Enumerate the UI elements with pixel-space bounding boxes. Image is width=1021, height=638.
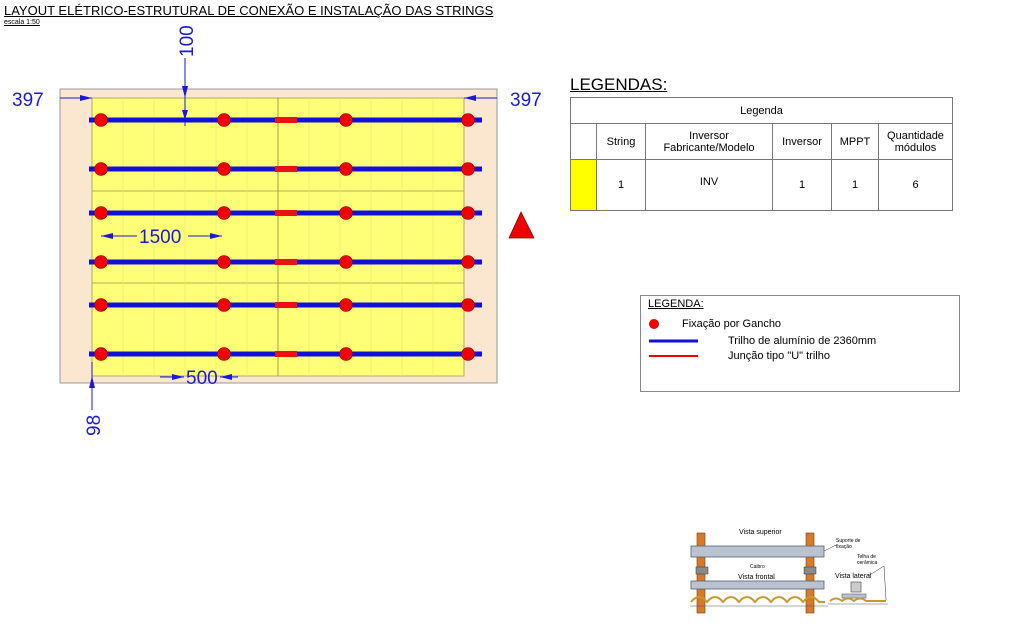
hook-fixation — [461, 162, 475, 176]
hook-fixation — [461, 113, 475, 127]
dim-top-text: 100 — [177, 25, 198, 57]
string-cell: 1 — [596, 159, 646, 211]
dim-left-text: 397 — [12, 90, 44, 111]
hook-fixation — [217, 113, 231, 127]
dim-spacing-text: 1500 — [139, 227, 181, 248]
legend-item-junction: Junção tipo "U" trilho — [728, 350, 830, 362]
quantity-cell: 6 — [878, 159, 953, 211]
u-junction — [275, 210, 297, 216]
strings-legend-table: Legenda String Inversor Fabricante/Model… — [570, 97, 953, 211]
dim-right-text: 397 — [510, 90, 542, 111]
orientation-marker-icon — [508, 211, 535, 239]
hook-fixation — [339, 113, 353, 127]
detail-tile-label-2: cerâmica — [857, 560, 878, 566]
quantity-header-line1: Quantidade — [887, 129, 944, 142]
detail-rafter-label: Caibro — [750, 564, 765, 570]
hook-fixation — [217, 162, 231, 176]
legend-table-title: Legenda — [570, 97, 953, 124]
hook-fixation — [339, 347, 353, 361]
hook-fixation — [339, 162, 353, 176]
inverter-model-cell: INV — [645, 159, 773, 211]
legend-item-hook: Fixação por Gancho — [682, 318, 782, 330]
hook-fixation — [461, 298, 475, 312]
hook-fixation — [94, 113, 108, 127]
u-junction — [275, 259, 297, 265]
mppt-header: MPPT — [831, 123, 879, 160]
detail-top-view-label: Vista superior — [739, 529, 782, 536]
inverter-model-header-line2: Fabricante/Modelo — [663, 141, 755, 154]
hook-fixation — [339, 298, 353, 312]
hook-fixation — [217, 298, 231, 312]
hook-fixation — [461, 347, 475, 361]
hook-fixation — [94, 255, 108, 269]
quantity-header-line2: módulos — [894, 141, 937, 154]
u-junction — [275, 351, 297, 357]
inverter-model-header-line1: Inversor — [689, 129, 729, 142]
quantity-header: Quantidade módulos — [878, 123, 953, 160]
string-color-swatch — [570, 159, 597, 211]
mounting-detail: Vista superior Suporte de fixação Telha … — [690, 529, 888, 614]
legend-item-rail: Trilho de alumínio de 2360mm — [728, 335, 877, 347]
hook-fixation — [461, 206, 475, 220]
hook-fixation — [217, 347, 231, 361]
hook-fixation — [94, 162, 108, 176]
inverter-cell: 1 — [772, 159, 832, 211]
hook-fixation — [339, 206, 353, 220]
hook-fixation — [217, 255, 231, 269]
inverter-header: Inversor — [772, 123, 832, 160]
legends-heading: LEGENDAS: — [570, 75, 668, 94]
u-junction — [275, 302, 297, 308]
hook-fixation — [339, 255, 353, 269]
hook-fixation — [94, 347, 108, 361]
hook-fixation — [217, 206, 231, 220]
detail-support-label-2: fixação — [836, 544, 852, 550]
inverter-model-header: Inversor Fabricante/Modelo — [645, 123, 773, 160]
dim-bottom-text: 98 — [84, 415, 105, 436]
table-row: 1 INV 1 1 6 — [570, 159, 953, 211]
mppt-cell: 1 — [831, 159, 879, 211]
symbol-legend-box: LEGENDA: Fixação por Gancho Trilho de al… — [640, 295, 960, 392]
u-junction — [275, 117, 297, 123]
hook-fixation — [94, 206, 108, 220]
detail-side-view-label: Vista lateral — [835, 573, 872, 580]
color-header-cell — [570, 123, 597, 160]
hook-dot-icon — [649, 319, 659, 329]
hook-fixation — [94, 298, 108, 312]
detail-front-view-label: Vista frontal — [738, 574, 775, 581]
string-header: String — [596, 123, 646, 160]
u-junction — [275, 166, 297, 172]
dim-end-text: 500 — [186, 368, 218, 389]
hook-fixation — [461, 255, 475, 269]
